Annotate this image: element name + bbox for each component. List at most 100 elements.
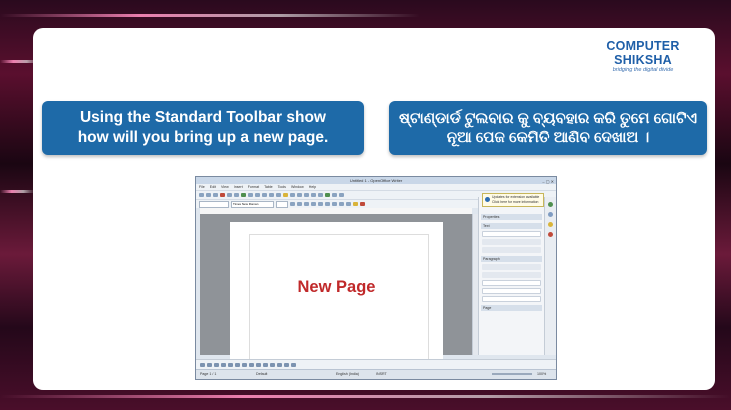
fontwork-icon[interactable] (284, 362, 289, 367)
writer-window-screenshot: Untitled 1 - OpenOffice Writer – ▢ ✕ Fil… (195, 176, 557, 380)
bullets-icon[interactable] (346, 202, 351, 206)
freeform-icon[interactable] (228, 362, 233, 367)
instruction-english-line1: Using the Standard Toolbar show (79, 108, 326, 126)
image-icon[interactable] (297, 193, 302, 197)
navigator-icon[interactable] (318, 193, 323, 197)
instruction-english-line2: how will you bring up a new page. (77, 129, 329, 146)
sidebar-indent-field[interactable] (482, 296, 541, 302)
logo-text: COMPUTER SHIKSHA (606, 39, 680, 67)
table-icon[interactable] (290, 193, 295, 197)
menu-edit[interactable]: Edit (210, 185, 216, 189)
font-size-select[interactable] (276, 200, 288, 208)
print-icon[interactable] (227, 193, 232, 197)
cut-icon[interactable] (248, 193, 253, 197)
instruction-odia-line1: ଷ୍ଟାଣ୍ଡାର୍ଡ ଟୁଲବାର କୁ ବ୍ୟବହାର କରି ତୁମେ ଗ… (398, 109, 698, 127)
spellcheck-icon[interactable] (241, 193, 246, 197)
sidebar-font-effects-row[interactable] (482, 247, 541, 253)
rectangle-icon[interactable] (214, 362, 219, 367)
pdf-icon[interactable] (220, 193, 225, 197)
gallery-icon[interactable] (325, 193, 330, 197)
redo-icon[interactable] (276, 193, 281, 197)
status-page: Page 1 / 1 (200, 372, 217, 376)
menu-tools[interactable]: Tools (278, 185, 286, 189)
menu-format[interactable]: Format (248, 185, 259, 189)
sidebar-indent-field[interactable] (482, 288, 541, 294)
navigator-tab-icon[interactable] (548, 232, 553, 237)
menu-file[interactable]: File (199, 185, 205, 189)
logo-tagline: bridging the digital divide (612, 67, 674, 73)
arrows-icon[interactable] (263, 362, 268, 367)
font-name-select[interactable]: Times New Roman (231, 200, 274, 208)
status-language: English (India) (336, 372, 359, 376)
text-icon[interactable] (235, 362, 240, 367)
undo-icon[interactable] (269, 193, 274, 197)
align-left-icon[interactable] (311, 202, 316, 206)
properties-tab-icon[interactable] (548, 202, 553, 207)
instruction-odia: ଷ୍ଟାଣ୍ଡାର୍ଡ ଟୁଲବାର କୁ ବ୍ୟବହାର କରି ତୁମେ ଗ… (389, 101, 707, 155)
sidebar-paragraph-header[interactable]: Paragraph (481, 256, 542, 262)
document-page[interactable]: New Page (230, 222, 443, 362)
page-text: New Page (297, 278, 376, 296)
window-title: Untitled 1 - OpenOffice Writer (349, 178, 403, 183)
menu-insert[interactable]: Insert (234, 185, 243, 189)
paste-icon[interactable] (262, 193, 267, 197)
font-color-icon[interactable] (360, 202, 365, 206)
callout-icon[interactable] (242, 362, 247, 367)
symbol-icon[interactable] (256, 362, 261, 367)
instruction-odia-line2: ନୂଆ ପେଜ କେମିତି ଆଣିବ ଦେଖାଅ । (446, 129, 650, 146)
style-select[interactable] (199, 200, 229, 208)
justify-icon[interactable] (332, 202, 337, 206)
italic-icon[interactable] (297, 202, 302, 206)
chart-icon[interactable] (304, 193, 309, 197)
menu-view[interactable]: View (221, 185, 229, 189)
extrusion-icon[interactable] (291, 362, 296, 367)
ellipse-icon[interactable] (221, 362, 226, 367)
notification-body: Click here for more information (492, 199, 539, 204)
zoom-icon[interactable] (332, 193, 337, 197)
help-icon[interactable] (339, 193, 344, 197)
window-controls[interactable]: – ▢ ✕ (542, 178, 554, 185)
flowchart-icon[interactable] (270, 362, 275, 367)
numbering-icon[interactable] (339, 202, 344, 206)
logo: COMPUTER SHIKSHA bridging the digital di… (578, 39, 708, 73)
align-right-icon[interactable] (325, 202, 330, 206)
notification-title: Updates for extension available (492, 195, 540, 199)
hyperlink-icon[interactable] (283, 193, 288, 197)
sidebar-page-header[interactable]: Page (481, 305, 542, 311)
sidebar-text-header[interactable]: Text (481, 223, 542, 229)
bold-icon[interactable] (290, 202, 295, 206)
update-notification[interactable]: Updates for extension available Click he… (482, 193, 544, 207)
line-icon[interactable] (207, 362, 212, 367)
save-icon[interactable] (213, 193, 218, 197)
sidebar-tab-bar (544, 197, 556, 355)
status-bar: Page 1 / 1 Default English (India) INSRT… (196, 369, 556, 379)
text-boundary (249, 234, 429, 360)
select-icon[interactable] (200, 362, 205, 367)
sidebar-font-name[interactable] (482, 231, 541, 237)
preview-icon[interactable] (234, 193, 239, 197)
sidebar-font-style-row[interactable] (482, 239, 541, 245)
sidebar-spacing-field[interactable] (482, 280, 541, 286)
menu-window[interactable]: Window (291, 185, 304, 189)
sidebar-lists-row[interactable] (482, 272, 541, 278)
copy-icon[interactable] (255, 193, 260, 197)
gallery-tab-icon[interactable] (548, 222, 553, 227)
underline-icon[interactable] (304, 202, 309, 206)
window-titlebar: Untitled 1 - OpenOffice Writer – ▢ ✕ (196, 177, 556, 184)
open-icon[interactable] (206, 193, 211, 197)
new-icon[interactable] (199, 193, 204, 197)
drawing-toolbar (196, 359, 556, 369)
align-center-icon[interactable] (318, 202, 323, 206)
instruction-english: Using the Standard Toolbar show how will… (42, 101, 364, 155)
shapes-icon[interactable] (249, 362, 254, 367)
menu-help[interactable]: Help (309, 185, 316, 189)
stars-icon[interactable] (277, 362, 282, 367)
menu-table[interactable]: Table (264, 185, 273, 189)
styles-tab-icon[interactable] (548, 212, 553, 217)
sidebar-alignment-row[interactable] (482, 264, 541, 270)
highlight-icon[interactable] (353, 202, 358, 206)
draw-icon[interactable] (311, 193, 316, 197)
bg-streak (0, 395, 731, 398)
status-style: Default (256, 372, 268, 376)
zoom-slider[interactable] (492, 373, 532, 375)
